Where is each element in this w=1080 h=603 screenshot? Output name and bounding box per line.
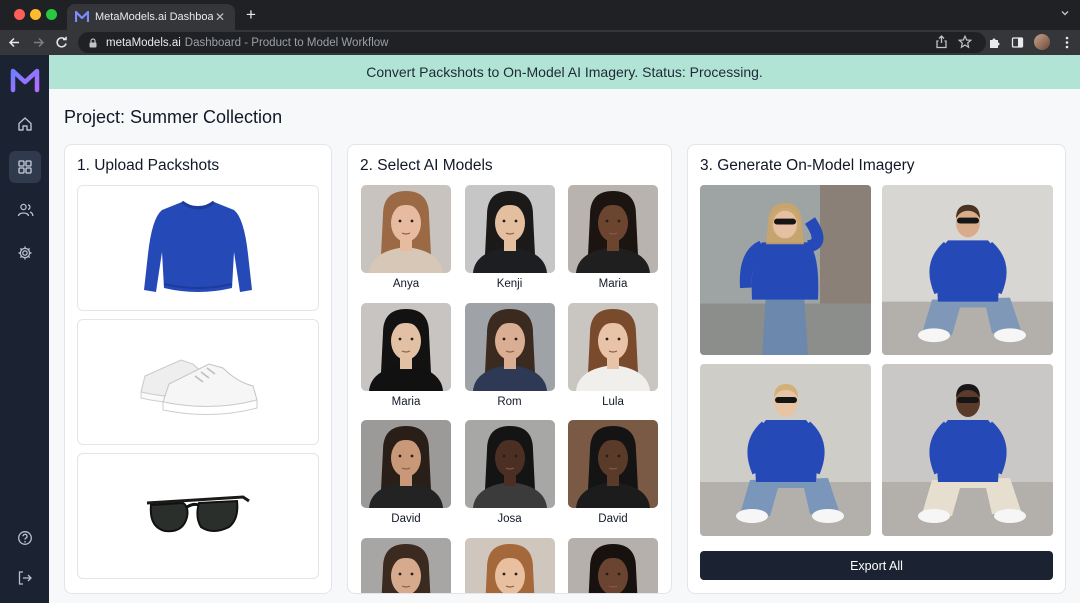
reload-icon[interactable]: [53, 34, 70, 51]
model-portrait: [361, 302, 451, 391]
browser-tab-bar: MetaModels.ai Dashboard ✕ +: [0, 0, 1080, 30]
bookmark-star-icon[interactable]: [958, 35, 972, 49]
sidepanel-icon[interactable]: [1009, 34, 1026, 51]
sneakers-image: [140, 359, 258, 415]
minimize-window-button[interactable]: [30, 9, 41, 20]
home-icon[interactable]: [9, 108, 41, 140]
model-card[interactable]: David: [568, 420, 660, 525]
page-title: Project: Summer Collection: [64, 107, 283, 127]
tab-search-chevron-icon[interactable]: [1060, 8, 1070, 18]
model-name: Josa: [497, 513, 522, 525]
model-portrait: [464, 185, 555, 273]
favicon-icon: [75, 10, 89, 22]
generated-image-woman-street[interactable]: [700, 185, 871, 355]
upload-packshots-panel: 1. Upload Packshots: [64, 144, 332, 594]
model-card[interactable]: Maria: [568, 185, 660, 290]
model-name: Maria: [598, 278, 628, 290]
model-card[interactable]: Maria: [361, 302, 453, 408]
model-name: David: [391, 513, 421, 525]
model-card[interactable]: Josa: [464, 420, 557, 525]
extensions-puzzle-icon[interactable]: [986, 34, 1003, 51]
packshot-card-sunglasses[interactable]: [77, 453, 319, 579]
logout-icon[interactable]: [9, 562, 41, 594]
model-portrait: [568, 420, 658, 508]
sidebar: [0, 55, 49, 603]
model-name: Anya: [392, 278, 420, 290]
url-path: Dashboard - Product to Model Workflow: [184, 36, 389, 49]
tab-title: MetaModels.ai Dashboard: [95, 11, 213, 23]
model-card[interactable]: [568, 537, 660, 593]
model-card[interactable]: Rom: [464, 302, 557, 408]
packshot-card-sweater[interactable]: [77, 185, 319, 311]
generated-image-man-squat[interactable]: [882, 364, 1053, 536]
model-name: Kenji: [496, 278, 523, 290]
generated-image-woman-seated[interactable]: [700, 364, 871, 536]
help-icon[interactable]: [9, 522, 41, 554]
model-card[interactable]: [361, 537, 453, 593]
close-window-button[interactable]: [14, 9, 25, 20]
model-card[interactable]: Kenji: [464, 185, 557, 290]
lock-icon: [89, 37, 97, 47]
model-name: Maria: [391, 395, 421, 408]
status-banner: Convert Packshots to On-Model AI Imagery…: [49, 55, 1080, 89]
model-card[interactable]: David: [361, 420, 453, 525]
address-bar[interactable]: metaModels.ai Dashboard - Product to Mod…: [78, 32, 986, 53]
model-portrait: [464, 537, 555, 593]
maximize-window-button[interactable]: [46, 9, 57, 20]
model-portrait: [568, 537, 658, 593]
model-card[interactable]: Anya: [361, 185, 453, 290]
model-portrait: [361, 185, 451, 273]
model-portrait: [361, 420, 451, 508]
model-name: David: [598, 513, 628, 525]
panel-title: 3. Generate On-Model Imagery: [700, 157, 915, 174]
sweater-image: [144, 200, 252, 292]
model-portrait: [361, 537, 451, 593]
forward-arrow-icon[interactable]: [30, 34, 47, 51]
metamodels-logo-icon[interactable]: [10, 67, 40, 93]
tab-close-icon[interactable]: ✕: [213, 10, 227, 24]
panel-title: 2. Select AI Models: [360, 157, 493, 174]
back-arrow-icon[interactable]: [6, 34, 23, 51]
sunglasses-image: [146, 495, 250, 533]
profile-avatar[interactable]: [1034, 34, 1050, 50]
model-card[interactable]: Lula: [568, 302, 660, 408]
generate-imagery-panel: 3. Generate On-Model Imagery Export All: [687, 144, 1066, 594]
model-name: Rom: [497, 395, 522, 408]
browser-tab[interactable]: MetaModels.ai Dashboard ✕: [67, 4, 235, 30]
export-all-button[interactable]: Export All: [700, 551, 1053, 580]
model-portrait: [464, 302, 555, 391]
new-tab-icon[interactable]: +: [242, 6, 260, 24]
panel-title: 1. Upload Packshots: [77, 157, 220, 174]
select-models-panel: 2. Select AI Models Anya Kenji Maria Maria R…: [347, 144, 672, 594]
model-portrait: [464, 420, 555, 508]
browser-menu-icon[interactable]: [1058, 34, 1075, 51]
model-portrait: [568, 185, 658, 273]
generated-image-man-seated[interactable]: [882, 185, 1053, 355]
model-portrait: [568, 302, 658, 391]
model-card[interactable]: [464, 537, 557, 593]
app: Convert Packshots to On-Model AI Imagery…: [0, 55, 1080, 603]
dashboard-grid-icon[interactable]: [9, 151, 41, 183]
model-name: Lula: [602, 395, 624, 408]
url-host: metaModels.ai: [106, 36, 181, 49]
browser-toolbar: metaModels.ai Dashboard - Product to Mod…: [0, 30, 1080, 55]
gear-icon[interactable]: [9, 237, 41, 269]
packshot-card-sneakers[interactable]: [77, 319, 319, 445]
share-icon[interactable]: [935, 35, 948, 49]
users-icon[interactable]: [9, 194, 41, 226]
main-content: Project: Summer Collection 1. Upload Pac…: [49, 89, 1080, 603]
